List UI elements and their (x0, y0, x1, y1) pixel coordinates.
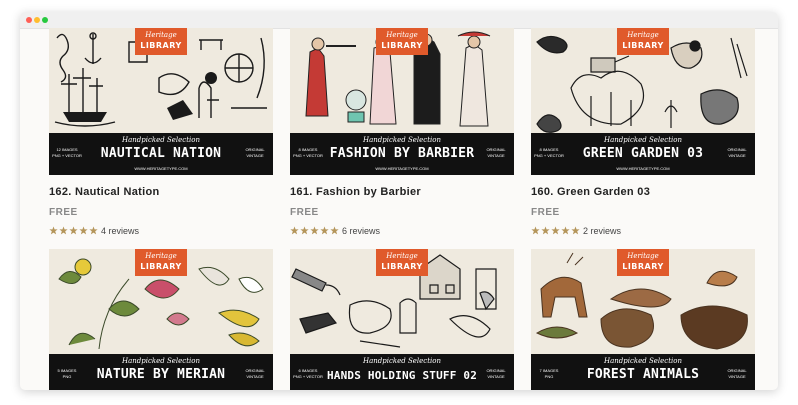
product-card[interactable]: Heritage LIBRARY Handpicked Selection 12… (49, 28, 273, 238)
origin-line2: VINTAGE (487, 374, 505, 379)
badge-script: Heritage (627, 31, 659, 39)
website-url: WWW.HERITAGETYPE.COM (134, 166, 188, 171)
product-card[interactable]: Heritage LIBRARY Handpicked Selection 7 … (531, 249, 755, 390)
product-card[interactable]: Heritage LIBRARY Handpicked Selection 8 … (531, 28, 755, 238)
review-count-link[interactable]: 4 reviews (101, 226, 139, 236)
maximize-window-button[interactable] (42, 17, 48, 23)
artwork-title: NAUTICAL NATION (100, 146, 222, 161)
origin-info: ORIGINAL VINTAGE (481, 368, 511, 380)
artwork-title: FOREST ANIMALS (586, 367, 700, 382)
heritage-library-badge: Heritage LIBRARY (617, 28, 669, 55)
title-band: Handpicked Selection 6 IMAGES PNG + VECT… (290, 354, 514, 390)
website-url: WWW.HERITAGETYPE.COM (375, 166, 429, 171)
star-icon (310, 226, 319, 235)
badge-script: Heritage (627, 252, 659, 260)
origin-info: ORIGINAL VINTAGE (722, 368, 752, 380)
rating-stars (531, 222, 581, 239)
review-count-link[interactable]: 6 reviews (342, 226, 380, 236)
handpicked-label: Handpicked Selection (603, 357, 682, 365)
badge-script: Heritage (386, 252, 418, 260)
product-thumbnail[interactable]: Heritage LIBRARY Handpicked Selection 12… (49, 28, 273, 175)
product-card[interactable]: Heritage LIBRARY Handpicked Selection 5 … (49, 249, 273, 390)
star-icon (531, 226, 540, 235)
handpicked-label: Handpicked Selection (362, 136, 441, 144)
close-window-button[interactable] (26, 17, 32, 23)
heritage-library-badge: Heritage LIBRARY (617, 249, 669, 276)
star-icon (320, 226, 329, 235)
window-titlebar (20, 12, 778, 29)
handpicked-label: Handpicked Selection (603, 136, 682, 144)
product-price: FREE (290, 207, 319, 218)
badge-script: Heritage (145, 31, 177, 39)
handpicked-label: Handpicked Selection (362, 357, 441, 365)
title-band: Handpicked Selection 12 IMAGES PNG + VEC… (49, 133, 273, 175)
star-rating: 6 reviews (290, 222, 380, 236)
heritage-library-badge: Heritage LIBRARY (135, 249, 187, 276)
artwork-title: GREEN GARDEN 03 (582, 146, 704, 161)
star-icon (79, 226, 88, 235)
badge-label: LIBRARY (140, 262, 182, 271)
origin-line2: VINTAGE (487, 153, 505, 158)
star-icon (541, 226, 550, 235)
product-name-link[interactable]: 160. Green Garden 03 (531, 186, 650, 198)
product-price: FREE (49, 207, 78, 218)
origin-info: ORIGINAL VINTAGE (481, 147, 511, 159)
star-icon (571, 226, 580, 235)
star-icon (561, 226, 570, 235)
website-url: WWW.HERITAGETYPE.COM (616, 166, 670, 171)
badge-label: LIBRARY (622, 262, 664, 271)
star-icon (69, 226, 78, 235)
rating-stars (49, 222, 99, 239)
product-thumbnail[interactable]: Heritage LIBRARY Handpicked Selection 6 … (290, 249, 514, 390)
handpicked-label: Handpicked Selection (121, 357, 200, 365)
minimize-window-button[interactable] (34, 17, 40, 23)
artwork-title: HANDS HOLDING STUFF 02 (326, 369, 478, 382)
handpicked-label: Handpicked Selection (121, 136, 200, 144)
badge-label: LIBRARY (381, 262, 423, 271)
star-icon (89, 226, 98, 235)
review-count-link[interactable]: 2 reviews (583, 226, 621, 236)
browser-window: Heritage LIBRARY Handpicked Selection 12… (20, 12, 778, 390)
title-band: Handpicked Selection 8 IMAGES PNG + VECT… (290, 133, 514, 175)
artwork-title: FASHION BY BARBIER (329, 146, 475, 161)
product-thumbnail[interactable]: Heritage LIBRARY Handpicked Selection 5 … (49, 249, 273, 390)
product-price: FREE (531, 207, 560, 218)
product-name-link[interactable]: 161. Fashion by Barbier (290, 186, 421, 198)
product-thumbnail[interactable]: Heritage LIBRARY Handpicked Selection 8 … (531, 28, 755, 175)
product-thumbnail[interactable]: Heritage LIBRARY Handpicked Selection 8 … (290, 28, 514, 175)
star-icon (300, 226, 309, 235)
origin-line2: VINTAGE (728, 374, 746, 379)
product-card[interactable]: Heritage LIBRARY Handpicked Selection 6 … (290, 249, 514, 390)
title-band: Handpicked Selection 8 IMAGES PNG + VECT… (531, 133, 755, 175)
badge-label: LIBRARY (140, 41, 182, 50)
origin-info: ORIGINAL VINTAGE (722, 147, 752, 159)
star-icon (551, 226, 560, 235)
product-thumbnail[interactable]: Heritage LIBRARY Handpicked Selection 7 … (531, 249, 755, 390)
title-band: Handpicked Selection 5 IMAGES PNG NATURE… (49, 354, 273, 390)
origin-info: ORIGINAL VINTAGE (240, 147, 270, 159)
badge-label: LIBRARY (622, 41, 664, 50)
origin-line2: VINTAGE (246, 153, 264, 158)
rating-stars (290, 222, 340, 239)
title-band: Handpicked Selection 7 IMAGES PNG FOREST… (531, 354, 755, 390)
origin-line2: VINTAGE (246, 374, 264, 379)
star-icon (49, 226, 58, 235)
star-icon (330, 226, 339, 235)
product-name-link[interactable]: 162. Nautical Nation (49, 186, 160, 198)
product-card[interactable]: Heritage LIBRARY Handpicked Selection 8 … (290, 28, 514, 238)
star-rating: 4 reviews (49, 222, 139, 236)
heritage-library-badge: Heritage LIBRARY (376, 28, 428, 55)
heritage-library-badge: Heritage LIBRARY (376, 249, 428, 276)
artwork-title: NATURE BY MERIAN (96, 367, 226, 382)
badge-script: Heritage (386, 31, 418, 39)
product-grid: Heritage LIBRARY Handpicked Selection 12… (20, 28, 778, 390)
origin-info: ORIGINAL VINTAGE (240, 368, 270, 380)
badge-script: Heritage (145, 252, 177, 260)
star-icon (290, 226, 299, 235)
star-icon (59, 226, 68, 235)
origin-line2: VINTAGE (728, 153, 746, 158)
heritage-library-badge: Heritage LIBRARY (135, 28, 187, 55)
badge-label: LIBRARY (381, 41, 423, 50)
star-rating: 2 reviews (531, 222, 621, 236)
